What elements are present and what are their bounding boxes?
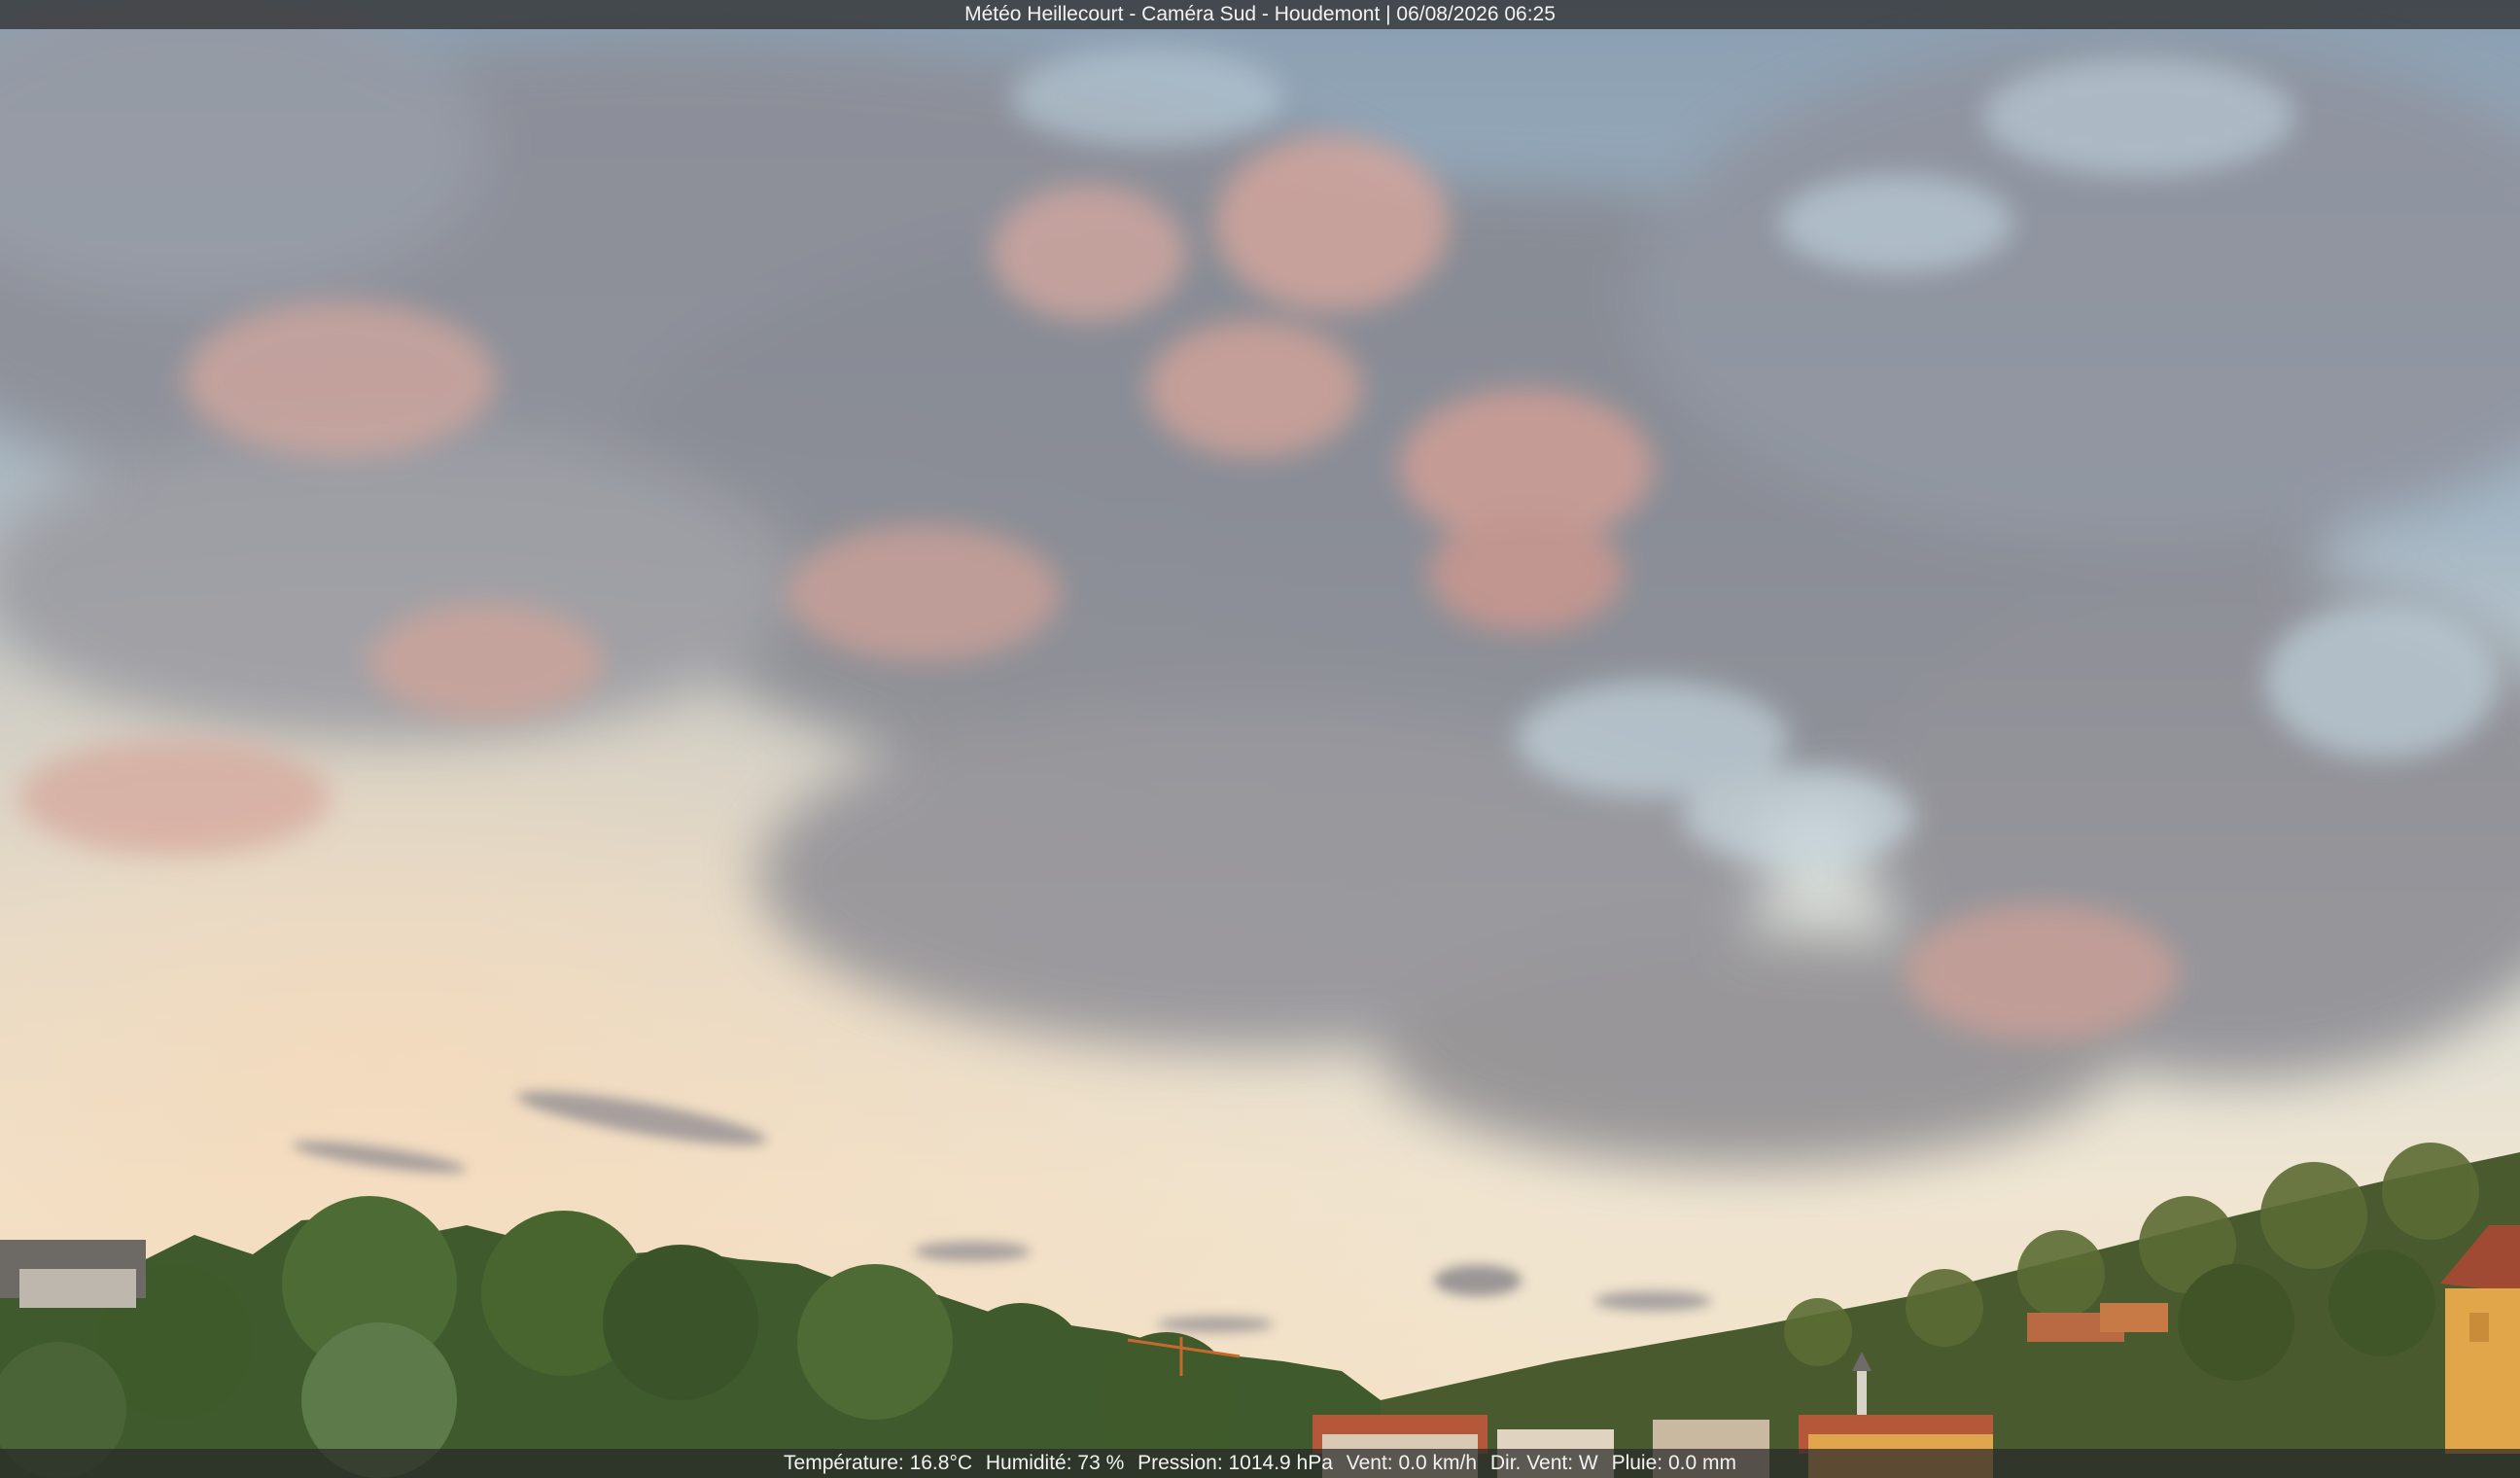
rain-reading: Pluie: 0.0 mm	[1611, 1452, 1736, 1474]
webcam-image	[0, 0, 2520, 1478]
weather-overlay: Température: 16.8°C Humidité: 73 % Press…	[0, 1449, 2520, 1478]
camera-title: Météo Heillecourt - Caméra Sud - Houdemo…	[964, 3, 1556, 25]
temperature-reading: Température: 16.8°C	[784, 1452, 973, 1474]
title-overlay: Météo Heillecourt - Caméra Sud - Houdemo…	[0, 0, 2520, 29]
wind-speed-reading: Vent: 0.0 km/h	[1346, 1452, 1478, 1474]
wind-direction-reading: Dir. Vent: W	[1489, 1452, 1598, 1474]
humidity-reading: Humidité: 73 %	[985, 1452, 1125, 1474]
pressure-reading: Pression: 1014.9 hPa	[1138, 1452, 1333, 1474]
left-houses	[0, 1240, 146, 1308]
